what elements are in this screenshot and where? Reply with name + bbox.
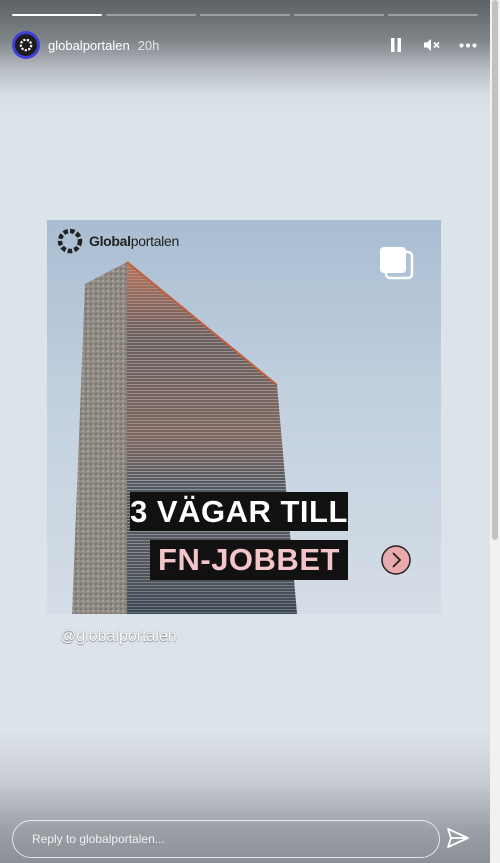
pause-icon (391, 38, 401, 52)
send-icon[interactable] (446, 826, 470, 850)
post-time: 20h (137, 37, 160, 53)
shared-post[interactable]: Globalportalen 3 VÄGAR TILL FN-JOBBET (47, 220, 441, 614)
story-viewer: globalportalen 20h Globalportalen 3 VÄGA… (0, 0, 490, 863)
globalportalen-logo-icon (57, 228, 83, 254)
pause-button[interactable] (386, 35, 406, 55)
brand-name-bold: Global (89, 233, 131, 249)
more-icon (459, 43, 477, 47)
scrollbar-thumb[interactable] (492, 0, 498, 540)
progress-segment (200, 14, 290, 16)
reply-placeholder: Reply to globalportalen... (32, 832, 165, 846)
headline-line-1: 3 VÄGAR TILL (130, 492, 348, 531)
carousel-icon (380, 247, 414, 280)
more-button[interactable] (458, 35, 478, 55)
brand-name-light: portalen (130, 233, 180, 249)
avatar-logo (15, 34, 37, 56)
reply-input[interactable]: Reply to globalportalen... (12, 820, 440, 858)
mute-icon (424, 39, 440, 51)
progress-segment (106, 14, 196, 16)
username[interactable]: globalportalen (48, 38, 130, 53)
headline-line-2: FN-JOBBET (150, 540, 348, 580)
scrollbar[interactable] (490, 0, 500, 863)
next-arrow-button[interactable] (381, 545, 411, 575)
brand-logo: Globalportalen (55, 226, 179, 256)
brand-name: Globalportalen (89, 233, 179, 249)
story-controls (386, 35, 478, 55)
avatar[interactable] (12, 31, 40, 59)
mention-sticker[interactable]: @globalportalen (60, 628, 177, 646)
story-progress (12, 14, 478, 16)
globalportalen-logo-icon (19, 38, 33, 52)
progress-segment (12, 14, 102, 16)
story-header: globalportalen 20h (12, 30, 478, 60)
mute-button[interactable] (422, 35, 442, 55)
progress-segment (388, 14, 478, 16)
progress-segment (294, 14, 384, 16)
progress-fill (12, 14, 102, 16)
